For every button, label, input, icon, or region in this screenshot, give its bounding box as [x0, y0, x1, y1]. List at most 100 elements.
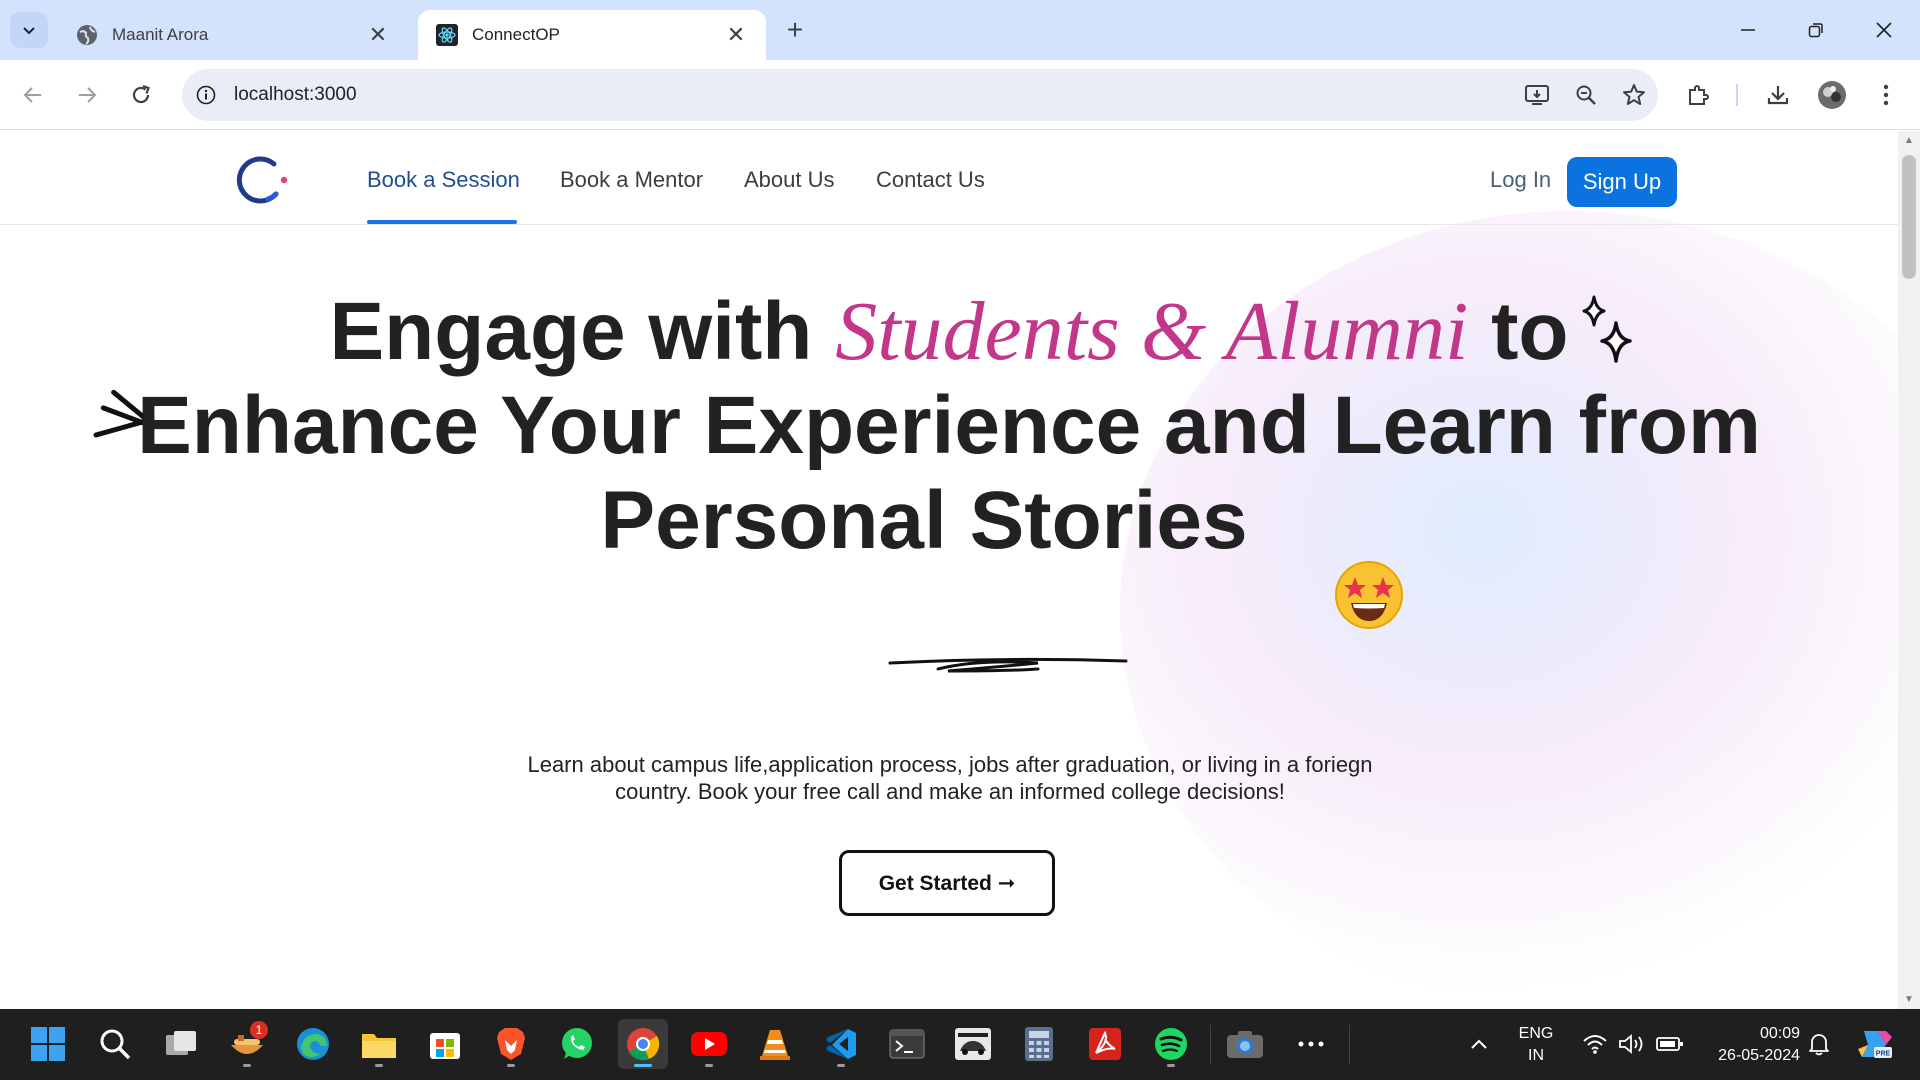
close-tab-icon[interactable]: ✕ — [724, 22, 748, 48]
more-horizontal-icon — [1298, 1041, 1324, 1047]
language-text: ENG — [1518, 1025, 1554, 1042]
browser-tab-connectop[interactable]: ConnectOP ✕ — [418, 10, 766, 60]
edge-icon — [297, 1028, 329, 1060]
download-icon — [1767, 86, 1789, 105]
taskbar-more-apps[interactable] — [1286, 1019, 1336, 1069]
scroll-thumb[interactable] — [1902, 155, 1916, 279]
task-view-button[interactable] — [156, 1019, 206, 1069]
reload-icon — [132, 84, 150, 104]
close-icon — [1876, 22, 1892, 38]
underline-squiggle — [888, 657, 1128, 673]
reload-button[interactable] — [124, 78, 158, 112]
battery-icon — [1656, 1037, 1683, 1051]
taskbar-terminal[interactable] — [882, 1019, 932, 1069]
taskbar-camera[interactable] — [1220, 1019, 1270, 1069]
browser-menu-button[interactable] — [1866, 75, 1906, 115]
restore-icon — [1808, 23, 1823, 38]
minimize-icon — [1741, 29, 1755, 31]
extensions-button[interactable] — [1678, 75, 1718, 115]
start-button[interactable] — [23, 1019, 73, 1069]
new-tab-button[interactable]: + — [780, 14, 810, 46]
windows-logo-icon — [31, 1027, 65, 1061]
zoom-icon[interactable] — [1562, 75, 1610, 115]
back-button[interactable] — [16, 78, 50, 112]
copilot-button[interactable]: PRE — [1850, 1019, 1900, 1069]
taskbar-brave[interactable] — [486, 1019, 536, 1069]
pdf-icon — [1089, 1028, 1121, 1060]
scroll-up-arrow-icon[interactable]: ▲ — [1904, 135, 1914, 146]
running-indicator — [837, 1064, 845, 1067]
connectop-logo[interactable] — [232, 151, 290, 209]
taskbar-file-explorer[interactable] — [354, 1019, 404, 1069]
star-struck-emoji-icon — [1335, 561, 1403, 629]
login-link[interactable]: Log In — [1490, 167, 1551, 193]
taskbar-acrobat[interactable] — [1080, 1019, 1130, 1069]
globe-icon — [76, 24, 98, 46]
taskbar-chrome[interactable] — [618, 1019, 668, 1069]
forward-button[interactable] — [70, 78, 104, 112]
taskbar-separator — [1210, 1025, 1211, 1065]
system-tray-status[interactable] — [1568, 1019, 1698, 1069]
racing-game-icon — [955, 1028, 991, 1060]
brave-icon — [497, 1028, 525, 1060]
taskbar-food-app[interactable]: 1 — [222, 1019, 272, 1069]
nav-about-us[interactable]: About Us — [744, 167, 835, 193]
hero-heading-line-1: Engage with Students & Alumni to — [0, 283, 1898, 380]
close-window-button[interactable] — [1854, 12, 1914, 48]
restore-button[interactable] — [1786, 12, 1846, 48]
downloads-button[interactable] — [1758, 75, 1798, 115]
store-icon — [430, 1033, 460, 1059]
address-bar[interactable]: localhost:3000 — [182, 69, 1658, 121]
chevron-down-icon — [23, 27, 35, 35]
folder-icon — [362, 1034, 396, 1058]
get-started-button[interactable]: Get Started ➞ — [839, 850, 1055, 916]
web-page: Book a Session Book a Mentor About Us Co… — [0, 131, 1898, 1009]
install-app-icon[interactable] — [1514, 75, 1562, 115]
hero-description: Learn about campus life,application proc… — [527, 752, 1373, 804]
windows-taskbar: 1 ENG IN 00:09 26-05-2024 PRE — [0, 1009, 1920, 1080]
taskbar-youtube[interactable] — [684, 1019, 734, 1069]
taskbar-calculator[interactable] — [1014, 1019, 1064, 1069]
language-indicator[interactable]: ENG IN — [1510, 1023, 1562, 1067]
url-text[interactable]: localhost:3000 — [234, 84, 1514, 106]
taskbar-spotify[interactable] — [1146, 1019, 1196, 1069]
browser-toolbar: localhost:3000 — [0, 60, 1920, 130]
taskbar-microsoft-store[interactable] — [420, 1019, 470, 1069]
profile-avatar[interactable] — [1812, 75, 1852, 115]
nav-contact-us[interactable]: Contact Us — [876, 167, 985, 193]
tab-title: Maanit Arora — [112, 25, 209, 44]
whatsapp-icon — [562, 1028, 592, 1059]
search-icon — [100, 1029, 131, 1060]
region-text: IN — [1528, 1047, 1544, 1064]
hero-heading-line-3: Personal Stories — [600, 475, 1248, 566]
taskbar-asphalt-game[interactable] — [948, 1019, 998, 1069]
page-scrollbar[interactable]: ▲ ▼ — [1898, 131, 1920, 1009]
browser-tab-strip: Maanit Arora ✕ ConnectOP ✕ + — [0, 0, 1920, 60]
terminal-icon — [889, 1029, 925, 1059]
puzzle-icon — [1689, 85, 1709, 105]
close-tab-icon[interactable]: ✕ — [366, 22, 390, 48]
arrow-right-icon — [79, 87, 97, 103]
signup-button[interactable]: Sign Up — [1567, 157, 1677, 207]
hero-text: Engage with — [329, 286, 813, 377]
clock[interactable]: 00:09 26-05-2024 — [1696, 1023, 1800, 1067]
nav-book-session[interactable]: Book a Session — [367, 167, 520, 193]
taskbar-whatsapp[interactable] — [552, 1019, 602, 1069]
bell-icon — [1809, 1034, 1829, 1056]
show-hidden-icons-button[interactable] — [1454, 1019, 1504, 1069]
taskbar-vlc[interactable] — [750, 1019, 800, 1069]
taskbar-separator — [1349, 1025, 1350, 1065]
site-info-icon[interactable] — [194, 83, 218, 107]
bookmark-star-icon[interactable] — [1610, 75, 1658, 115]
react-icon — [436, 24, 458, 46]
taskbar-search-button[interactable] — [90, 1019, 140, 1069]
taskbar-vscode[interactable] — [816, 1019, 866, 1069]
notifications-button[interactable] — [1794, 1019, 1844, 1069]
tab-search-button[interactable] — [10, 12, 48, 48]
taskbar-edge[interactable] — [288, 1019, 338, 1069]
browser-tab-maanit[interactable]: Maanit Arora ✕ — [58, 10, 408, 60]
minimize-button[interactable] — [1718, 12, 1778, 48]
nav-book-mentor[interactable]: Book a Mentor — [560, 167, 703, 193]
task-view-icon — [166, 1031, 196, 1055]
scroll-down-arrow-icon[interactable]: ▼ — [1904, 994, 1914, 1005]
